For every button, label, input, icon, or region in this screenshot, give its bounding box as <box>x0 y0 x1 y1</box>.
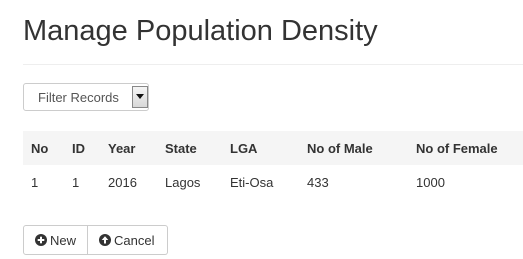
cancel-button-label: Cancel <box>114 232 155 248</box>
cell-no-of-male: 433 <box>307 174 329 190</box>
new-button[interactable]: New <box>23 225 88 255</box>
filter-records-label: Filter Records <box>38 90 119 105</box>
dropdown-button[interactable] <box>132 86 148 108</box>
cell-id: 1 <box>72 174 80 190</box>
column-header-state: State <box>165 140 197 156</box>
plus-circle-icon <box>35 234 47 246</box>
column-header-year: Year <box>108 140 136 156</box>
column-header-no-of-male: No of Male <box>307 140 373 156</box>
page-title: Manage Population Density <box>23 15 378 47</box>
filter-records-select[interactable]: Filter Records <box>23 83 149 111</box>
arrow-up-circle-icon <box>99 234 111 246</box>
cancel-button[interactable]: Cancel <box>88 225 168 255</box>
column-header-no-of-female: No of Female <box>416 140 498 156</box>
table-header-row: No ID Year State LGA No of Male No of Fe… <box>23 131 523 165</box>
caret-down-icon <box>136 94 144 99</box>
new-button-label: New <box>50 232 77 248</box>
cell-state: Lagos <box>165 174 201 190</box>
column-header-lga: LGA <box>230 140 258 156</box>
action-button-group: New Cancel <box>23 225 168 255</box>
column-header-no: No <box>31 140 49 156</box>
cell-lga: Eti-Osa <box>230 174 274 190</box>
cell-no: 1 <box>31 174 39 190</box>
population-density-table: No ID Year State LGA No of Male No of Fe… <box>23 131 523 199</box>
title-divider <box>23 64 523 65</box>
column-header-id: ID <box>72 140 85 156</box>
cell-no-of-female: 1000 <box>416 174 445 190</box>
table-row[interactable]: 1 1 2016 Lagos Eti-Osa 433 1000 <box>23 165 523 199</box>
cell-year: 2016 <box>108 174 137 190</box>
